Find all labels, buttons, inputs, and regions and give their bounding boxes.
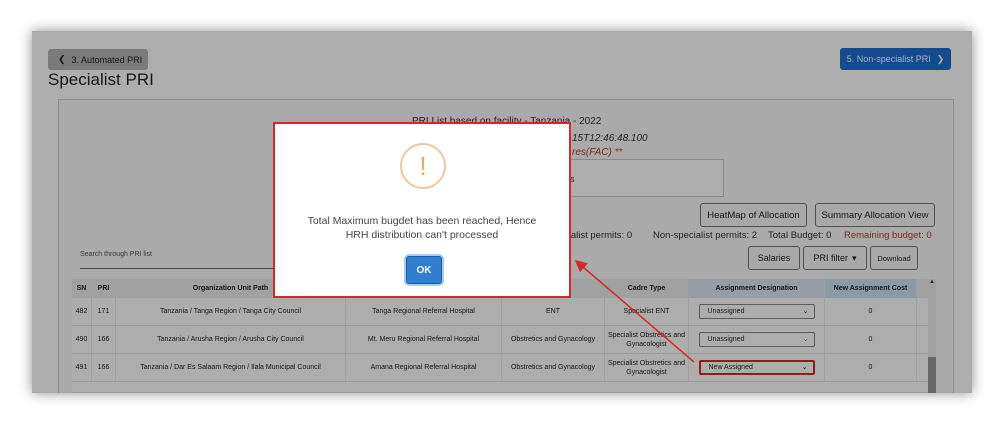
app-window: ❮ 3. Automated PRI 5. Non-specialist PRI… <box>32 31 972 393</box>
annotation-arrow <box>574 260 695 363</box>
